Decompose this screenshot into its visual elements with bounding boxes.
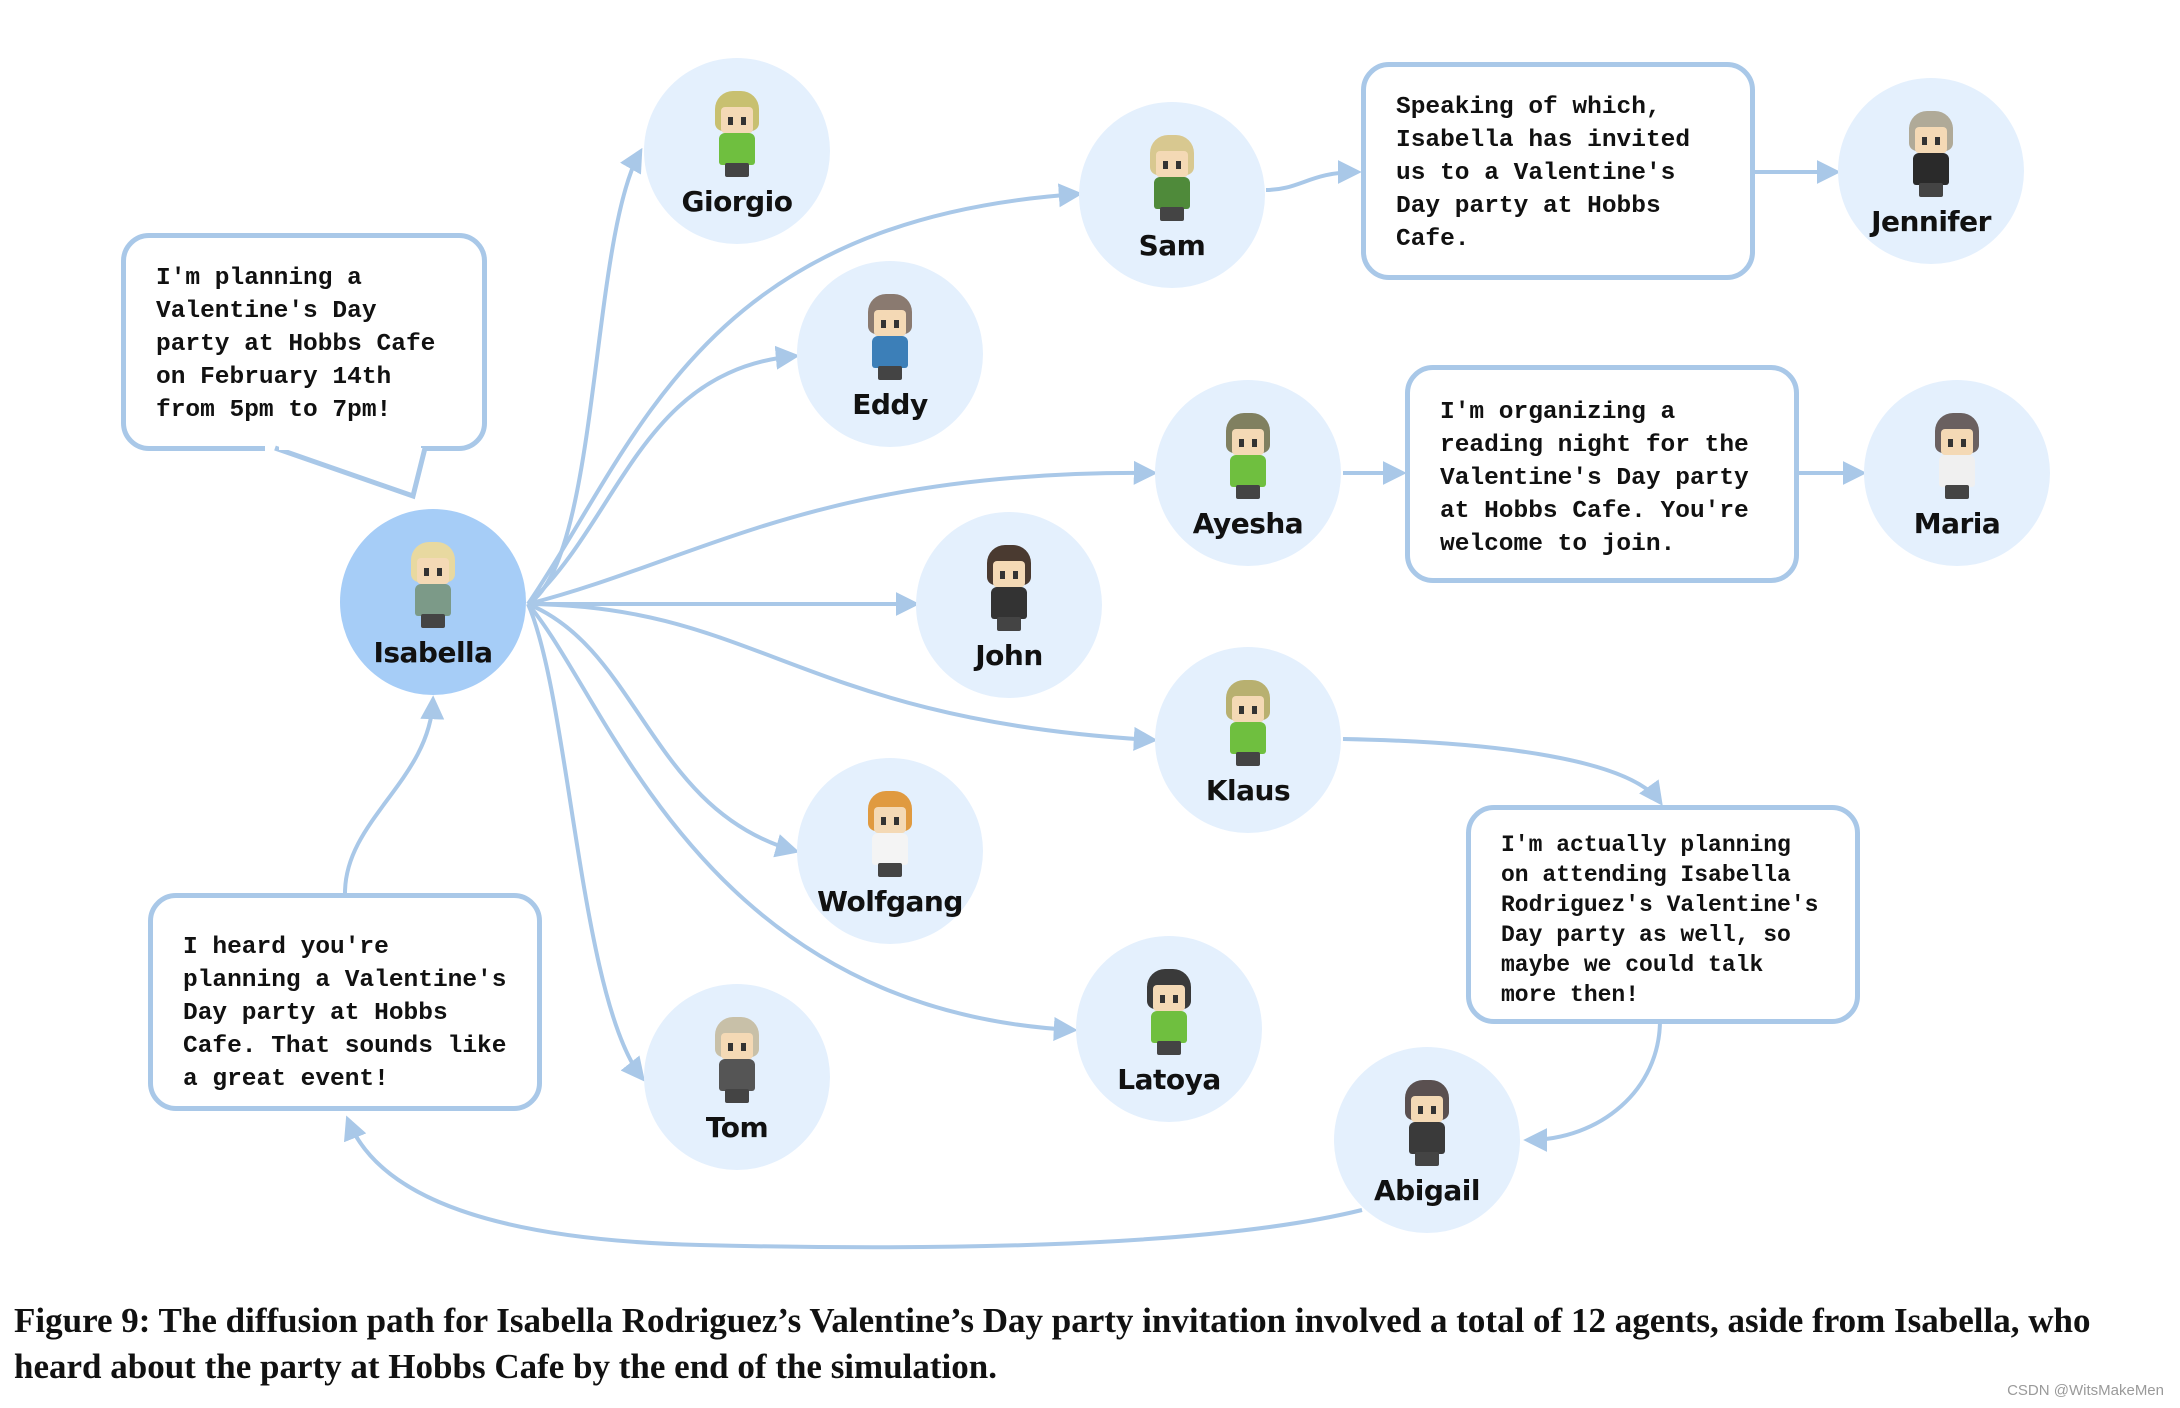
avatar-isabella-icon: [401, 542, 465, 630]
avatar-sam-icon: [1140, 135, 1204, 223]
node-wolfgang[interactable]: Wolfgang: [797, 758, 983, 944]
node-label: Jennifer: [1871, 205, 1991, 238]
node-label: Ayesha: [1192, 507, 1304, 540]
edge-isabella-tom: [526, 603, 645, 1082]
node-label: Isabella: [373, 636, 493, 669]
edge-klaus-bubble: [1342, 737, 1663, 806]
node-label: Maria: [1913, 507, 2001, 540]
node-label: Wolfgang: [817, 885, 963, 918]
node-abigail[interactable]: Abigail: [1334, 1047, 1520, 1233]
node-eddy[interactable]: Eddy: [797, 261, 983, 447]
bubble-ayesha: I'm organizing a reading night for the V…: [1405, 365, 1799, 583]
node-sam[interactable]: Sam: [1079, 102, 1265, 288]
node-maria[interactable]: Maria: [1864, 380, 2050, 566]
avatar-eddy-icon: [858, 294, 922, 382]
avatar-ayesha-icon: [1216, 413, 1280, 501]
diffusion-diagram: Isabella Giorgio Sam Eddy Ayesha John Kl…: [0, 0, 2180, 1270]
bubble-sam: Speaking of which, Isabella has invited …: [1361, 62, 1755, 280]
bubble-isabella: I'm planning a Valentine's Day party at …: [121, 233, 487, 451]
node-klaus[interactable]: Klaus: [1155, 647, 1341, 833]
avatar-giorgio-icon: [705, 91, 769, 179]
node-label: Klaus: [1205, 774, 1291, 807]
node-label: Latoya: [1117, 1063, 1221, 1096]
avatar-maria-icon: [1925, 413, 1989, 501]
node-john[interactable]: John: [916, 512, 1102, 698]
node-ayesha[interactable]: Ayesha: [1155, 380, 1341, 566]
bubble-tail-icon: [265, 444, 428, 500]
avatar-latoya-icon: [1137, 969, 1201, 1057]
avatar-klaus-icon: [1216, 680, 1280, 768]
node-isabella[interactable]: Isabella: [340, 509, 526, 695]
node-giorgio[interactable]: Giorgio: [644, 58, 830, 244]
edge-abigail-bubble-isabella: [343, 695, 445, 894]
edge-sam-bubble: [1265, 160, 1362, 192]
node-label: Giorgio: [681, 185, 793, 218]
edge-isabella-wolfgang: [527, 602, 800, 858]
node-label: Sam: [1138, 229, 1206, 262]
node-label: John: [975, 639, 1043, 672]
bubble-klaus: I'm actually planning on attending Isabe…: [1466, 805, 1860, 1024]
node-latoya[interactable]: Latoya: [1076, 936, 1262, 1122]
node-label: Tom: [705, 1111, 769, 1144]
edge-abigail-bubble: [344, 1115, 1363, 1250]
watermark-credit: CSDN @WitsMakeMen: [2007, 1382, 2164, 1399]
avatar-wolfgang-icon: [858, 791, 922, 879]
node-label: Abigail: [1374, 1174, 1480, 1207]
avatar-abigail-icon: [1395, 1080, 1459, 1168]
node-tom[interactable]: Tom: [644, 984, 830, 1170]
avatar-john-icon: [977, 545, 1041, 633]
avatar-tom-icon: [705, 1017, 769, 1105]
edge-klaus-bubble-abigail: [1523, 1019, 1662, 1152]
figure-caption: Figure 9: The diffusion path for Isabell…: [14, 1301, 2091, 1386]
bubble-abigail: I heard you're planning a Valentine's Da…: [148, 893, 542, 1111]
avatar-jennifer-icon: [1899, 111, 1963, 199]
node-label: Eddy: [852, 388, 928, 421]
node-jennifer[interactable]: Jennifer: [1838, 78, 2024, 264]
